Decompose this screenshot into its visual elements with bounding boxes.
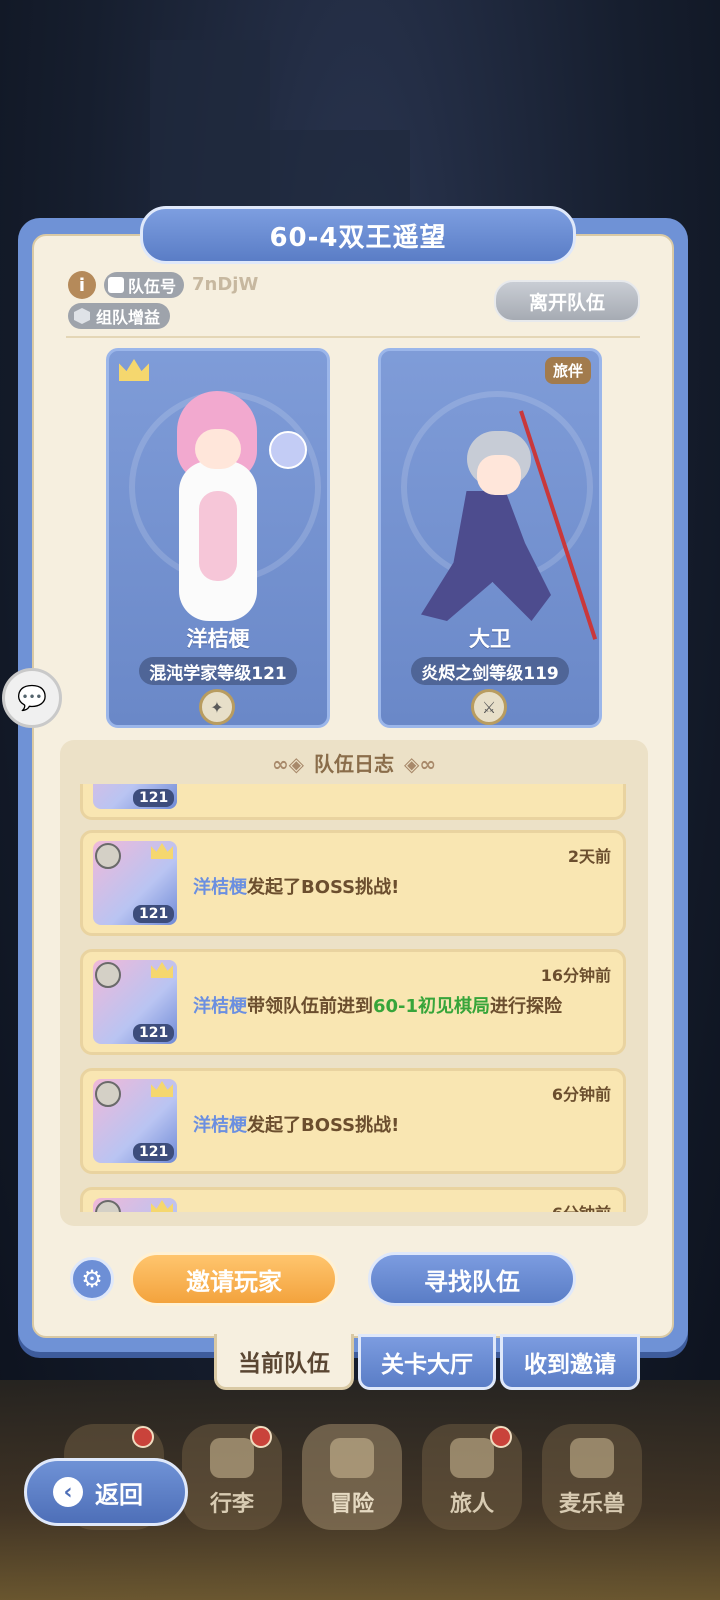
ornament-icon: ◈∞ [404, 752, 437, 776]
team-log-list[interactable]: 121 121 2天前 洋桔梗发起了BOSS挑战! 121 16分钟前 洋桔梗带… [80, 784, 628, 1212]
member-name: 洋桔梗 [186, 627, 250, 651]
nav-label: 麦乐兽 [558, 1492, 625, 1517]
log-text: 洋桔梗发起了BOSS挑战! [193, 1115, 400, 1136]
crown-icon [151, 1200, 173, 1212]
crown-icon [151, 1081, 173, 1097]
log-text: 洋桔梗带领队伍前进到60-1初见棋局进行探险 [193, 996, 563, 1017]
tab-current-team[interactable]: 当前队伍 [214, 1334, 354, 1390]
avatar [93, 1198, 177, 1212]
log-entry: 121 2天前 洋桔梗发起了BOSS挑战! [80, 830, 626, 936]
sword-emblem-icon: ⚔ [471, 689, 507, 725]
nav-item-luggage[interactable]: 行李 [182, 1424, 282, 1530]
log-entry: 6分钟前 [80, 1187, 626, 1212]
crown-icon [119, 359, 149, 381]
team-buff-button[interactable]: 组队增益 [68, 303, 171, 329]
info-icon[interactable]: i [68, 271, 96, 299]
log-time: 6分钟前 [551, 1085, 611, 1104]
leave-team-button[interactable]: 离开队伍 [494, 280, 640, 322]
tab-received-invites[interactable]: 收到邀请 [500, 1334, 640, 1390]
class-emblem-icon: ✦ [199, 689, 235, 725]
notification-dot [132, 1426, 154, 1448]
tab-stage-hall[interactable]: 关卡大厅 [358, 1334, 496, 1390]
document-icon [108, 277, 124, 293]
invite-player-button[interactable]: 邀请玩家 [130, 1252, 338, 1306]
crown-icon [151, 843, 173, 859]
avatar-level: 121 [133, 789, 175, 807]
avatar-level: 121 [133, 1024, 175, 1042]
member-card-companion[interactable]: 旅伴 大卫 炎烬之剑等级119 ⚔ [378, 348, 602, 728]
log-time: 6分钟前 [552, 1200, 611, 1212]
hexagon-icon [74, 308, 90, 324]
log-entry: 121 6分钟前 洋桔梗发起了BOSS挑战! [80, 1068, 626, 1174]
notification-dot [490, 1426, 512, 1448]
crown-icon [151, 962, 173, 978]
back-arrow-icon: ‹ [53, 1477, 83, 1507]
ornament-icon: ∞◈ [271, 752, 304, 776]
log-entry: 121 [80, 784, 626, 820]
settings-button[interactable]: ⚙ [70, 1257, 114, 1301]
find-team-button[interactable]: 寻找队伍 [368, 1252, 576, 1306]
nav-label: 冒险 [329, 1492, 374, 1517]
member-class-level: 混沌学家等级121 [139, 657, 297, 685]
team-id-chip: 队伍号 [104, 272, 185, 298]
avatar: 121 [93, 1079, 177, 1163]
nav-label: 行李 [209, 1492, 254, 1517]
luggage-icon [210, 1438, 254, 1478]
team-buff-label: 组队增益 [96, 308, 161, 327]
avatar: 121 [93, 960, 177, 1044]
character-icon [450, 1438, 494, 1478]
team-log: ∞◈ 队伍日志 ◈∞ 121 121 2天前 洋桔梗发起了BOSS挑战! 121 1… [60, 740, 648, 1226]
crossed-swords-icon [330, 1438, 374, 1478]
member-class-level: 炎烬之剑等级119 [411, 657, 569, 685]
class-emblem-icon [95, 1200, 121, 1212]
member-card-leader[interactable]: 洋桔梗 混沌学家等级121 ✦ [106, 348, 330, 728]
notification-dot [250, 1426, 272, 1448]
pet-icon [570, 1438, 614, 1478]
chat-bubble-icon: 💬 [17, 684, 47, 712]
class-emblem-icon [95, 1081, 121, 1107]
nav-item-adventure[interactable]: 冒险 [302, 1424, 402, 1530]
class-emblem-icon [95, 843, 121, 869]
nav-label: 旅人 [449, 1492, 494, 1517]
avatar-level: 121 [133, 905, 175, 923]
log-time: 2天前 [567, 847, 611, 866]
avatar-level: 121 [133, 1143, 175, 1161]
back-button[interactable]: ‹ 返回 [24, 1458, 188, 1526]
companion-badge: 旅伴 [544, 357, 591, 384]
log-time: 16分钟前 [540, 966, 611, 985]
log-text: 洋桔梗发起了BOSS挑战! [193, 877, 400, 898]
log-entry: 121 16分钟前 洋桔梗带领队伍前进到60-1初见棋局进行探险 [80, 949, 626, 1055]
dialog-title: 60-4双王遥望 [140, 206, 576, 264]
divider [66, 336, 640, 338]
avatar: 121 [93, 784, 177, 809]
member-name: 大卫 [469, 627, 511, 651]
chat-button[interactable]: 💬 [2, 668, 62, 728]
nav-item-pets[interactable]: 麦乐兽 [542, 1424, 642, 1530]
gear-icon: ⚙ [81, 1265, 103, 1293]
back-label: 返回 [95, 1480, 143, 1509]
team-id-label: 队伍号 [128, 277, 177, 296]
avatar: 121 [93, 841, 177, 925]
class-emblem-icon [95, 962, 121, 988]
nav-item-travelers[interactable]: 旅人 [422, 1424, 522, 1530]
team-log-title: ∞◈ 队伍日志 ◈∞ [271, 752, 437, 776]
team-id-value: 7nDjW [192, 274, 259, 295]
